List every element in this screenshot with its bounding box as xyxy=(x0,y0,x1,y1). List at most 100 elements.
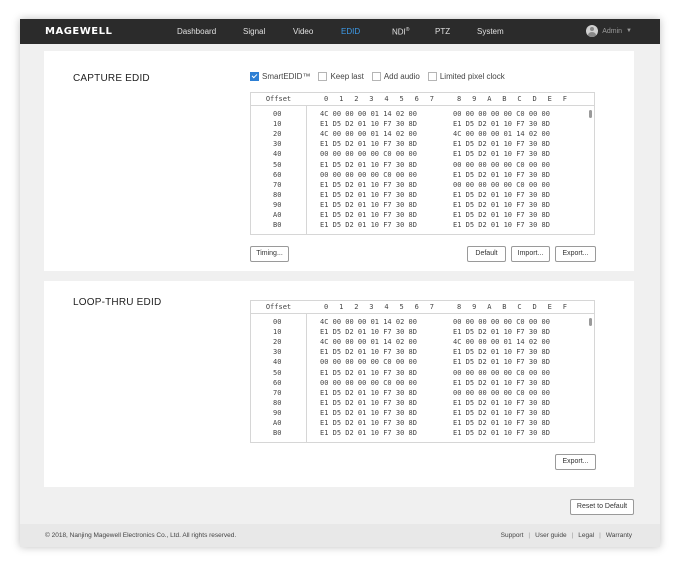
hex-row-offset: 80 xyxy=(273,398,282,407)
copyright-text: © 2018, Nanjing Magewell Electronics Co.… xyxy=(45,532,237,539)
hex-row-bytes-high[interactable]: 00 00 00 00 00 C0 00 00 xyxy=(453,389,550,397)
hex-row-bytes-high[interactable]: E1 D5 D2 01 10 F7 30 8D xyxy=(453,399,550,407)
hex-row-bytes-high[interactable]: 00 00 00 00 00 C0 00 00 xyxy=(453,318,550,326)
hex-row-bytes-low[interactable]: 00 00 00 00 00 C0 00 00 xyxy=(320,150,417,158)
option-label: Limited pixel clock xyxy=(439,72,505,81)
hex-row-bytes-low[interactable]: E1 D5 D2 01 10 F7 30 8D xyxy=(320,120,417,128)
hex-column-header: F xyxy=(562,95,567,103)
hex-row-bytes-low[interactable]: E1 D5 D2 01 10 F7 30 8D xyxy=(320,140,417,148)
hex-row-bytes-high[interactable]: E1 D5 D2 01 10 F7 30 8D xyxy=(453,419,550,427)
hex-row-bytes-low[interactable]: E1 D5 D2 01 10 F7 30 8D xyxy=(320,221,417,229)
separator: | xyxy=(571,532,574,539)
scrollbar-thumb[interactable] xyxy=(589,318,592,326)
hex-row-bytes-low[interactable]: E1 D5 D2 01 10 F7 30 8D xyxy=(320,348,417,356)
hex-row-bytes-low[interactable]: E1 D5 D2 01 10 F7 30 8D xyxy=(320,369,417,377)
hex-row-bytes-high[interactable]: E1 D5 D2 01 10 F7 30 8D xyxy=(453,358,550,366)
hex-row-offset: 90 xyxy=(273,200,282,209)
hex-row-bytes-low[interactable]: E1 D5 D2 01 10 F7 30 8D xyxy=(320,429,417,437)
hex-row-offset: 60 xyxy=(273,378,282,387)
option-limited-pixel-clock[interactable]: Limited pixel clock xyxy=(427,72,505,81)
hex-row-bytes-high[interactable]: E1 D5 D2 01 10 F7 30 8D xyxy=(453,120,550,128)
hex-row-bytes-low[interactable]: E1 D5 D2 01 10 F7 30 8D xyxy=(320,191,417,199)
nav-dashboard[interactable]: Dashboard xyxy=(177,27,216,36)
loop-hex-table[interactable]: Offset 0 1 2 3 4 5 6 7 8 9 A B C D E F 00 4C 00 00 00 01… xyxy=(250,300,595,443)
hex-row-offset: 90 xyxy=(273,408,282,417)
hex-column-header: 1 xyxy=(339,95,344,103)
option-add-audio[interactable]: Add audio xyxy=(371,72,420,81)
loop-export-button[interactable]: Export... xyxy=(555,454,596,470)
hex-row-bytes-low[interactable]: 00 00 00 00 00 C0 00 00 xyxy=(320,358,417,366)
reset-to-default-button[interactable]: Reset to Default xyxy=(570,499,634,515)
hex-row-offset: 20 xyxy=(273,338,282,347)
nav-signal[interactable]: Signal xyxy=(243,27,265,36)
hex-row-offset: 20 xyxy=(273,130,282,139)
user-avatar-icon xyxy=(586,25,599,37)
nav-edid[interactable]: EDID xyxy=(341,27,360,36)
hex-row-bytes-low[interactable]: E1 D5 D2 01 10 F7 30 8D xyxy=(320,201,417,209)
export-button[interactable]: Export... xyxy=(555,246,596,262)
default-button[interactable]: Default xyxy=(467,246,506,262)
hex-row-bytes-low[interactable]: 4C 00 00 00 01 14 02 00 xyxy=(320,130,417,138)
hex-row-bytes-high[interactable]: E1 D5 D2 01 10 F7 30 8D xyxy=(453,211,550,219)
offset-header: Offset xyxy=(265,303,292,311)
import-button[interactable]: Import... xyxy=(511,246,550,262)
footer-link-user-guide[interactable]: User guide xyxy=(535,532,566,539)
checkbox-checked-icon[interactable] xyxy=(250,72,259,81)
nav-ndi[interactable]: NDI® xyxy=(392,27,409,37)
footer-link-warranty[interactable]: Warranty xyxy=(606,532,632,539)
hex-row-bytes-high[interactable]: E1 D5 D2 01 10 F7 30 8D xyxy=(453,379,550,387)
checkbox-icon[interactable] xyxy=(318,72,328,81)
hex-row-bytes-low[interactable]: E1 D5 D2 01 10 F7 30 8D xyxy=(320,161,417,169)
option-smartedid[interactable]: SmartEDID™ xyxy=(250,72,310,81)
hex-row-bytes-low[interactable]: E1 D5 D2 01 10 F7 30 8D xyxy=(320,389,417,397)
hex-row-bytes-high[interactable]: E1 D5 D2 01 10 F7 30 8D xyxy=(453,171,550,179)
hex-row-bytes-high[interactable]: E1 D5 D2 01 10 F7 30 8D xyxy=(453,429,550,437)
hex-row-bytes-high[interactable]: E1 D5 D2 01 10 F7 30 8D xyxy=(453,191,550,199)
hex-row-bytes-low[interactable]: 4C 00 00 00 01 14 02 00 xyxy=(320,338,417,346)
hex-row-bytes-high[interactable]: E1 D5 D2 01 10 F7 30 8D xyxy=(453,221,550,229)
footer-link-legal[interactable]: Legal xyxy=(578,532,594,539)
user-menu[interactable]: Admin ▼ xyxy=(586,25,632,37)
hex-row-bytes-high[interactable]: 00 00 00 00 00 C0 00 00 xyxy=(453,110,550,118)
brand-logo: MAGEWELL xyxy=(45,26,113,37)
hex-row-bytes-high[interactable]: 4C 00 00 00 01 14 02 00 xyxy=(453,130,550,138)
hex-row-bytes-low[interactable]: E1 D5 D2 01 10 F7 30 8D xyxy=(320,399,417,407)
hex-column-header: D xyxy=(532,95,537,103)
scrollbar-thumb[interactable] xyxy=(589,110,592,118)
hex-row-bytes-low[interactable]: 00 00 00 00 00 C0 00 00 xyxy=(320,171,417,179)
separator: | xyxy=(528,532,531,539)
hex-row-bytes-high[interactable]: E1 D5 D2 01 10 F7 30 8D xyxy=(453,150,550,158)
user-name: Admin xyxy=(602,27,623,35)
hex-row-offset: 00 xyxy=(273,110,282,118)
hex-row-bytes-low[interactable]: 4C 00 00 00 01 14 02 00 xyxy=(320,110,417,118)
hex-row-bytes-high[interactable]: 00 00 00 00 00 C0 00 00 xyxy=(453,161,550,169)
checkbox-icon[interactable] xyxy=(371,72,381,81)
hex-row-bytes-low[interactable]: E1 D5 D2 01 10 F7 30 8D xyxy=(320,409,417,417)
hex-row-bytes-high[interactable]: E1 D5 D2 01 10 F7 30 8D xyxy=(453,328,550,336)
chevron-down-icon: ▼ xyxy=(626,28,632,34)
hex-row-bytes-high[interactable]: E1 D5 D2 01 10 F7 30 8D xyxy=(453,409,550,417)
hex-row-bytes-low[interactable]: E1 D5 D2 01 10 F7 30 8D xyxy=(320,181,417,189)
hex-row-bytes-low[interactable]: E1 D5 D2 01 10 F7 30 8D xyxy=(320,419,417,427)
nav-video[interactable]: Video xyxy=(293,27,313,36)
hex-row-bytes-high[interactable]: 4C 00 00 00 01 14 02 00 xyxy=(453,338,550,346)
checkbox-icon[interactable] xyxy=(427,72,437,81)
hex-row-bytes-high[interactable]: 00 00 00 00 00 C0 00 00 xyxy=(453,181,550,189)
nav-ndi-label: NDI xyxy=(392,27,406,37)
hex-row-bytes-high[interactable]: E1 D5 D2 01 10 F7 30 8D xyxy=(453,140,550,148)
hex-row-bytes-low[interactable]: 4C 00 00 00 01 14 02 00 xyxy=(320,318,417,326)
hex-row-bytes-high[interactable]: E1 D5 D2 01 10 F7 30 8D xyxy=(453,348,550,356)
option-keep-last[interactable]: Keep last xyxy=(318,72,364,81)
footer-link-support[interactable]: Support xyxy=(501,532,524,539)
nav-system[interactable]: System xyxy=(477,27,504,36)
hex-row-bytes-low[interactable]: 00 00 00 00 00 C0 00 00 xyxy=(320,379,417,387)
hex-row-bytes-low[interactable]: E1 D5 D2 01 10 F7 30 8D xyxy=(320,211,417,219)
hex-row-bytes-low[interactable]: E1 D5 D2 01 10 F7 30 8D xyxy=(320,328,417,336)
hex-row-bytes-high[interactable]: E1 D5 D2 01 10 F7 30 8D xyxy=(453,201,550,209)
hex-row-offset: B0 xyxy=(273,221,282,230)
nav-ptz[interactable]: PTZ xyxy=(435,27,450,36)
timing-button[interactable]: Timing... xyxy=(250,246,289,262)
hex-row-offset: B0 xyxy=(273,429,282,438)
capture-hex-table[interactable]: Offset 0 1 2 3 4 5 6 7 8 9 A B C D E F 00 4C 00 00 00 01… xyxy=(250,92,595,235)
hex-row-bytes-high[interactable]: 00 00 00 00 00 C0 00 00 xyxy=(453,369,550,377)
